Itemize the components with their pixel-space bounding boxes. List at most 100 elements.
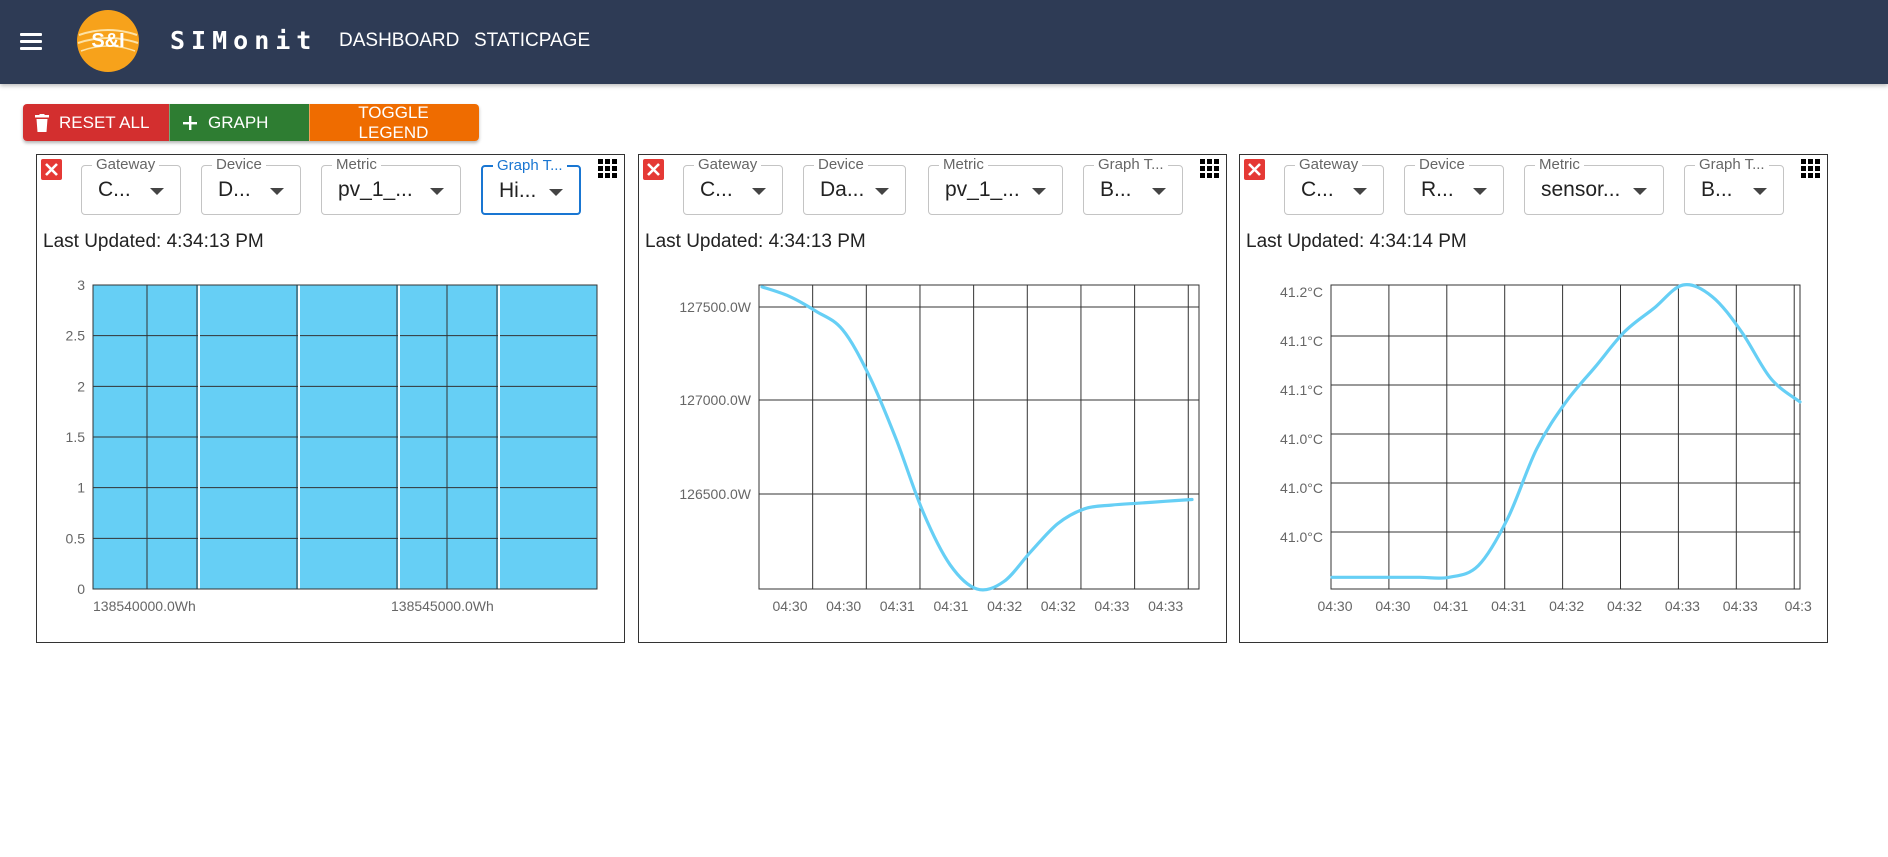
- brand-title: SIMonit: [170, 26, 318, 55]
- gateway-value: C...: [98, 178, 131, 201]
- last-updated: Last Updated: 4:34:13 PM: [645, 231, 866, 252]
- drag-grid-icon[interactable]: [1801, 159, 1821, 179]
- device-select[interactable]: Device R...: [1404, 156, 1504, 215]
- y-tick-label: 3: [77, 277, 85, 293]
- device-select[interactable]: Device Da...: [803, 156, 906, 215]
- y-tick-label: 41.0°C: [1280, 529, 1323, 545]
- y-tick-label: 127500.0W: [679, 299, 751, 315]
- gateway-value: C...: [1301, 178, 1334, 201]
- graph-type-value: B...: [1100, 178, 1132, 201]
- x-tick-label: 04:31: [1433, 598, 1468, 614]
- chevron-down-icon: [270, 188, 284, 195]
- x-tick-label: 04:30: [772, 598, 807, 614]
- x-tick-label: 04:30: [826, 598, 861, 614]
- toggle-legend-button[interactable]: TOGGLE LEGEND: [309, 104, 479, 141]
- graph-type-value: Hi...: [499, 179, 537, 202]
- plus-icon: [183, 115, 197, 130]
- logo: S&I: [77, 10, 139, 72]
- gateway-value: C...: [700, 178, 733, 201]
- reset-all-button[interactable]: RESET ALL: [23, 104, 169, 141]
- metric-select[interactable]: Metric pv_1_...: [321, 156, 461, 215]
- device-value: Da...: [820, 178, 865, 201]
- x-tick-label: 04:32: [987, 598, 1022, 614]
- x-tick-label: 138540000.0Wh: [93, 598, 196, 614]
- chevron-down-icon: [1473, 188, 1487, 195]
- menu-icon[interactable]: [18, 28, 48, 56]
- chevron-down-icon: [1032, 188, 1046, 195]
- chart: 41.2°C 41.1°C 41.1°C 41.0°C 41.0°C 41.0°C 04:3…: [1280, 283, 1812, 614]
- y-tick-label: 2.5: [66, 328, 86, 344]
- device-value: R...: [1421, 178, 1454, 201]
- y-tick-label: 2: [77, 378, 85, 394]
- x-tick-label: 04:32: [1041, 598, 1076, 614]
- device-select[interactable]: Device D...: [201, 156, 301, 215]
- y-tick-label: 41.1°C: [1280, 382, 1323, 398]
- x-tick-label: 138545000.0Wh: [391, 598, 494, 614]
- gateway-label: Gateway: [694, 156, 762, 173]
- app-bar: S&I SIMonit DASHBOARD STATICPAGE: [0, 0, 1888, 84]
- x-tick-label: 04:31: [933, 598, 968, 614]
- last-updated: Last Updated: 4:34:14 PM: [1246, 231, 1467, 252]
- graph-type-select[interactable]: Graph T... B...: [1684, 156, 1784, 215]
- x-tick-label: 04:33: [1148, 598, 1183, 614]
- nav-staticpage[interactable]: STATICPAGE: [474, 30, 590, 52]
- chart: 3 2.5 2 1.5 1 0.5 0 138540000.0Wh 138545000.0Wh: [66, 277, 598, 614]
- series-line: [760, 285, 1194, 592]
- close-icon[interactable]: [41, 159, 62, 180]
- metric-value: pv_1_...: [945, 178, 1020, 201]
- plot-border: [1330, 284, 1801, 590]
- graph-type-select[interactable]: Graph T... Hi...: [481, 157, 581, 215]
- chevron-down-icon: [875, 188, 889, 195]
- close-icon[interactable]: [643, 159, 664, 180]
- chart-card: Gateway C... Device Da... Metric pv_1_... Grap…: [638, 154, 1227, 643]
- drag-grid-icon[interactable]: [1200, 159, 1220, 179]
- y-tick-label: 0.5: [66, 530, 86, 546]
- device-label: Device: [212, 156, 266, 173]
- y-tick-label: 127000.0W: [679, 392, 751, 408]
- metric-label: Metric: [939, 156, 988, 173]
- series-line: [1330, 283, 1802, 580]
- x-tick-label: 04:30: [1375, 598, 1410, 614]
- chevron-down-icon: [150, 188, 164, 195]
- device-label: Device: [814, 156, 868, 173]
- chevron-down-icon: [1152, 188, 1166, 195]
- x-tick-label: 04:33: [1665, 598, 1700, 614]
- x-tick-label: 04:30: [1317, 598, 1352, 614]
- graph-label: GRAPH: [208, 112, 269, 132]
- x-tick-label: 04:32: [1549, 598, 1584, 614]
- trash-icon: [35, 113, 49, 132]
- y-tick-label: 41.0°C: [1280, 480, 1323, 496]
- x-tick-label: 04:3: [1785, 598, 1812, 614]
- metric-select[interactable]: Metric pv_1_...: [928, 156, 1063, 215]
- gateway-select[interactable]: Gateway C...: [81, 156, 181, 215]
- chevron-down-icon: [1353, 188, 1367, 195]
- close-icon[interactable]: [1244, 159, 1265, 180]
- gateway-select[interactable]: Gateway C...: [1284, 156, 1384, 215]
- chevron-down-icon: [430, 188, 444, 195]
- gateway-label: Gateway: [92, 156, 160, 173]
- y-tick-label: 41.1°C: [1280, 333, 1323, 349]
- x-tick-label: 04:33: [1094, 598, 1129, 614]
- chart-card: Gateway C... Device R... Metric sensor... Grap…: [1239, 154, 1828, 643]
- metric-value: pv_1_...: [338, 178, 413, 201]
- gateway-select[interactable]: Gateway C...: [683, 156, 783, 215]
- metric-select[interactable]: Metric sensor...: [1524, 156, 1664, 215]
- drag-grid-icon[interactable]: [598, 159, 618, 179]
- chevron-down-icon: [752, 188, 766, 195]
- logo-text: S&I: [91, 30, 124, 52]
- chart-card: Gateway C... Device D... Metric pv_1_... Graph…: [36, 154, 625, 643]
- add-graph-button[interactable]: GRAPH: [169, 104, 309, 141]
- metric-value: sensor...: [1541, 178, 1621, 201]
- graph-type-select[interactable]: Graph T... B...: [1083, 156, 1183, 215]
- plot-border: [758, 284, 1200, 590]
- toggle-legend-label: TOGGLE LEGEND: [358, 104, 429, 141]
- nav-dashboard[interactable]: DASHBOARD: [339, 30, 459, 52]
- device-value: D...: [218, 178, 251, 201]
- graph-type-value: B...: [1701, 178, 1733, 201]
- graph-type-label: Graph T...: [1695, 156, 1769, 173]
- y-tick-label: 1.5: [66, 429, 86, 445]
- y-tick-label: 126500.0W: [679, 486, 751, 502]
- y-tick-label: 0: [77, 581, 85, 597]
- y-tick-label: 1: [77, 480, 85, 496]
- metric-label: Metric: [1535, 156, 1584, 173]
